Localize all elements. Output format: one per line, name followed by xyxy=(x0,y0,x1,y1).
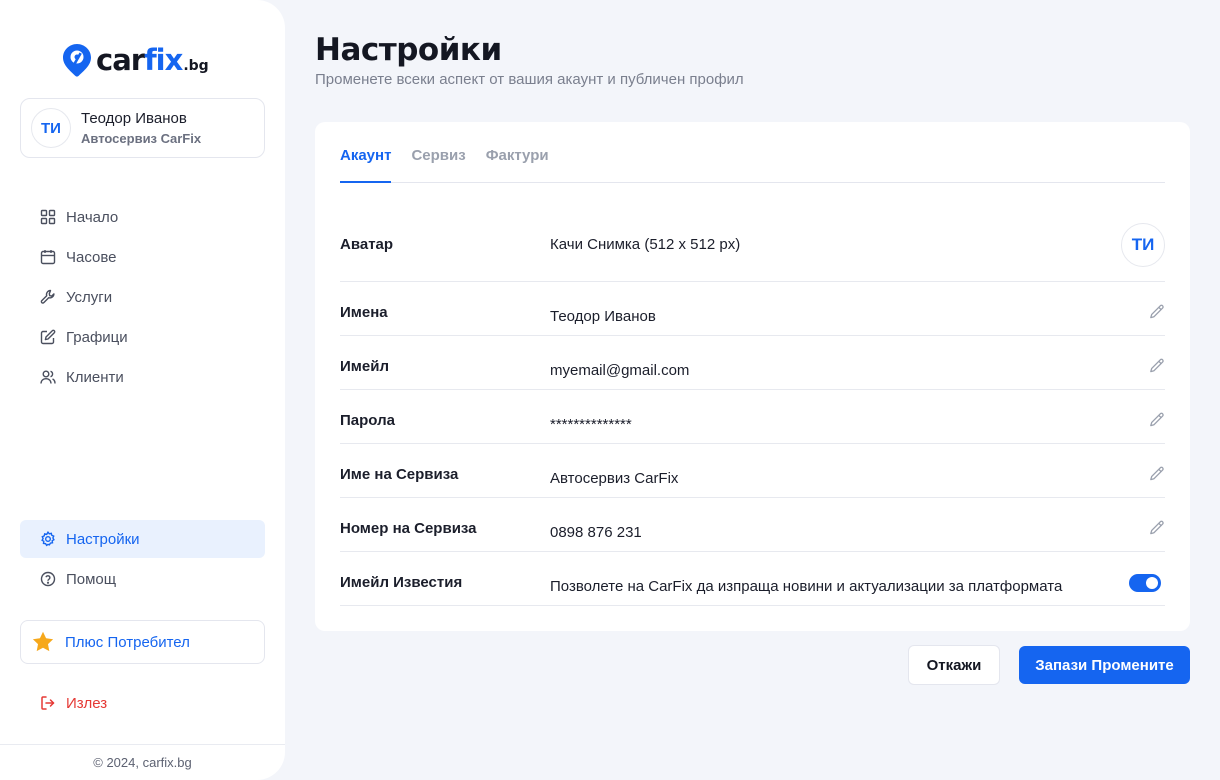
logout-icon xyxy=(41,696,55,710)
sidebar-item-clients[interactable]: Клиенти xyxy=(20,358,265,396)
plus-user-label: Плюс Потребител xyxy=(65,633,190,651)
sidebar-nav-main: Начало Часове Услуги Графици Клиенти xyxy=(20,198,265,398)
settings-row-avatar: Аватар Качи Снимка (512 x 512 px) ТИ xyxy=(340,202,1165,282)
wrench-icon xyxy=(40,289,55,304)
sidebar-item-schedules[interactable]: Графици xyxy=(20,318,265,356)
settings-row-service-phone: Номер на Сервиза 0898 876 231 xyxy=(340,498,1165,552)
page-title: Настройки xyxy=(315,32,502,68)
sidebar-item-label: Услуги xyxy=(66,288,113,306)
sidebar-nav-secondary: Настройки Помощ xyxy=(20,520,265,600)
row-label: Имейл Известия xyxy=(340,574,463,591)
sidebar-item-appointments[interactable]: Часове xyxy=(20,238,265,276)
sidebar-item-label: Часове xyxy=(66,248,117,266)
star-icon xyxy=(32,631,54,652)
sidebar-item-label: Графици xyxy=(66,328,128,346)
row-label: Парола xyxy=(340,412,395,429)
settings-row-name: Имена Теодор Иванов xyxy=(340,282,1165,336)
pencil-icon[interactable] xyxy=(1149,358,1165,374)
tab-invoices[interactable]: Фактури xyxy=(486,146,549,183)
sidebar-item-home[interactable]: Начало xyxy=(20,198,265,236)
profile-text: Теодор Иванов Автосервиз CarFix xyxy=(81,110,201,146)
logo-part-fix: fix xyxy=(144,42,183,77)
pencil-icon[interactable] xyxy=(1149,412,1165,428)
sidebar-item-settings[interactable]: Настройки xyxy=(20,520,265,558)
logo-part-car: car xyxy=(96,42,145,77)
profile-name: Теодор Иванов xyxy=(81,110,187,127)
plus-user-button[interactable]: Плюс Потребител xyxy=(20,620,265,664)
carfix-logo[interactable]: carfix.bg xyxy=(62,42,209,78)
logout-label: Излез xyxy=(66,694,108,712)
sidebar-item-services[interactable]: Услуги xyxy=(20,278,265,316)
cancel-button[interactable]: Откажи xyxy=(908,645,1000,685)
row-label: Аватар xyxy=(340,236,394,253)
logo-tld: .bg xyxy=(183,57,209,74)
settings-card: Акаунт Сервиз Фактури Аватар Качи Снимка… xyxy=(315,122,1190,631)
row-label: Имена xyxy=(340,304,388,321)
service-phone-value: 0898 876 231 xyxy=(550,524,642,541)
settings-row-email: Имейл myemail@gmail.com xyxy=(340,336,1165,390)
avatar-preview[interactable]: ТИ xyxy=(1121,223,1165,267)
sidebar-item-label: Помощ xyxy=(66,570,117,588)
sidebar-item-help[interactable]: Помощ xyxy=(20,560,265,598)
calendar-icon xyxy=(40,250,56,265)
sidebar-item-label: Клиенти xyxy=(66,368,124,386)
logout-button[interactable]: Излез xyxy=(20,684,265,722)
pencil-icon[interactable] xyxy=(1149,304,1165,320)
sidebar-item-label: Начало xyxy=(66,208,119,226)
help-circle-icon xyxy=(40,571,56,587)
edit-square-icon xyxy=(40,329,56,345)
logo-wordmark: carfix.bg xyxy=(96,42,209,77)
settings-list: Аватар Качи Снимка (512 x 512 px) ТИ Име… xyxy=(340,202,1165,606)
gear-icon xyxy=(41,531,55,547)
settings-row-service-name: Име на Сервиза Автосервиз CarFix xyxy=(340,444,1165,498)
settings-row-password: Парола ************** xyxy=(340,390,1165,444)
users-icon xyxy=(40,370,56,384)
row-label: Имейл xyxy=(340,358,389,375)
email-notifications-toggle[interactable] xyxy=(1129,574,1161,592)
tab-service[interactable]: Сервиз xyxy=(411,146,465,183)
sidebar-item-label: Настройки xyxy=(66,530,140,548)
pencil-icon[interactable] xyxy=(1149,466,1165,482)
tab-account[interactable]: Акаунт xyxy=(340,146,392,183)
settings-tabs: Акаунт Сервиз Фактури xyxy=(340,146,1165,183)
save-changes-button[interactable]: Запази Промените xyxy=(1019,646,1190,684)
name-value: Теодор Иванов xyxy=(550,308,656,325)
password-value: ************** xyxy=(550,416,632,433)
email-value: myemail@gmail.com xyxy=(550,362,690,379)
page-subtitle: Променете всеки аспект от вашия акаунт и… xyxy=(315,71,744,88)
row-label: Име на Сервиза xyxy=(340,466,459,483)
carfix-logo-icon xyxy=(63,44,91,77)
pencil-icon[interactable] xyxy=(1149,520,1165,536)
profile-company: Автосервиз CarFix xyxy=(81,131,202,146)
upload-photo-link[interactable]: Качи Снимка (512 x 512 px) xyxy=(550,236,740,253)
email-notifications-description: Позволете на CarFix да изпраща новини и … xyxy=(550,578,1063,595)
sidebar: carfix.bg ТИ Теодор Иванов Автосервиз Ca… xyxy=(0,0,285,780)
sidebar-footer: © 2024, carfix.bg xyxy=(0,744,285,780)
toggle-knob xyxy=(1146,577,1158,589)
row-label: Номер на Сервиза xyxy=(340,520,477,537)
grid-icon xyxy=(40,209,56,225)
profile-card[interactable]: ТИ Теодор Иванов Автосервиз CarFix xyxy=(20,98,265,158)
avatar: ТИ xyxy=(31,108,71,148)
settings-row-email-notifications: Имейл Известия Позволете на CarFix да из… xyxy=(340,552,1165,606)
service-name-value: Автосервиз CarFix xyxy=(550,470,679,487)
